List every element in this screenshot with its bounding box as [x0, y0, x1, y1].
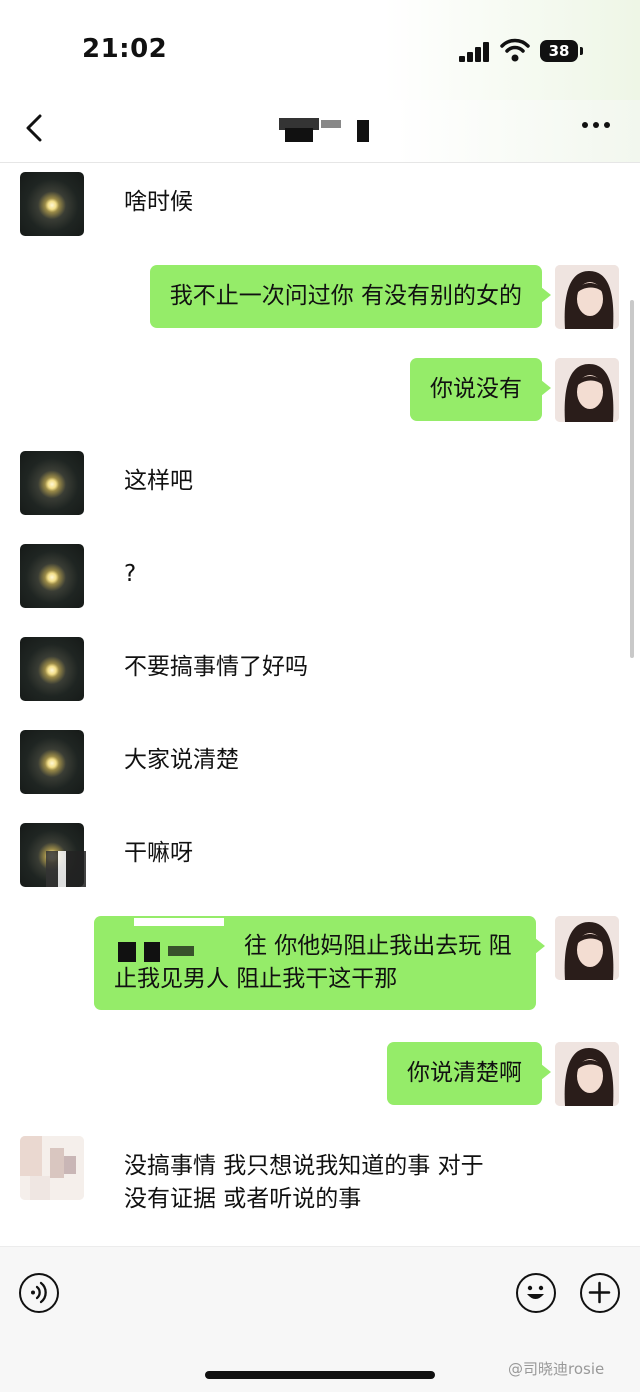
voice-icon[interactable]	[19, 1273, 59, 1313]
message-text: 不要搞事情了好吗	[124, 654, 308, 680]
moon-avatar[interactable]	[20, 451, 84, 515]
girl-avatar[interactable]	[555, 916, 619, 980]
message-text: ?	[124, 561, 137, 587]
outgoing-bubble[interactable]: 我不止一次问过你 有没有别的女的	[149, 265, 552, 328]
home-indicator[interactable]	[205, 1371, 435, 1379]
censor-patch	[46, 851, 86, 887]
status-time: 21:02	[82, 34, 168, 64]
message-text-line: 止我见男人 阻止我干这干那	[114, 966, 398, 992]
girl-avatar[interactable]	[555, 1042, 619, 1106]
message-text-line: 没有证据 或者听说的事	[124, 1186, 362, 1212]
status-bar: 21:02 38	[0, 0, 640, 100]
moon-avatar[interactable]	[20, 172, 84, 236]
scrollbar[interactable]	[630, 300, 634, 658]
censored-contact-name	[275, 114, 375, 142]
outgoing-bubble[interactable]: 你说清楚啊	[387, 1042, 551, 1105]
moon-avatar[interactable]	[20, 730, 84, 794]
girl-avatar[interactable]	[555, 358, 619, 422]
censor-patch	[114, 918, 226, 962]
input-bar: @司晓迪rosie	[0, 1246, 640, 1392]
battery-indicator: 38	[540, 40, 583, 62]
message-text: 这样吧	[124, 468, 193, 494]
message-text-line: 没搞事情 我只想说我知道的事 对于	[124, 1153, 484, 1179]
signal-icon	[459, 42, 491, 62]
outgoing-bubble[interactable]: 你说没有	[410, 358, 551, 421]
watermark: @司晓迪rosie	[508, 1360, 605, 1378]
message-text: 啥时候	[124, 189, 193, 215]
moon-avatar[interactable]	[20, 637, 84, 701]
girl-avatar[interactable]	[555, 265, 619, 329]
plus-icon[interactable]	[580, 1273, 620, 1313]
message-text: 没搞事情 我只想说我知道的事 对于 没有证据 或者听说的事	[124, 1150, 484, 1216]
wifi-icon	[500, 38, 530, 62]
chevron-left-icon[interactable]	[20, 108, 50, 148]
moon-avatar[interactable]	[20, 544, 84, 608]
message-text-line: 往 你他妈阻止我出去玩 阻	[244, 933, 512, 959]
outgoing-bubble[interactable]: 往 你他妈阻止我出去玩 阻 止我见男人 阻止我干这干那	[94, 916, 545, 1010]
message-text: 大家说清楚	[124, 747, 239, 773]
ellipsis-icon[interactable]	[580, 122, 614, 130]
emoji-icon[interactable]	[516, 1273, 556, 1313]
blurred-avatar[interactable]	[20, 1136, 84, 1200]
chat-header	[0, 100, 640, 163]
message-text: 干嘛呀	[124, 840, 193, 866]
